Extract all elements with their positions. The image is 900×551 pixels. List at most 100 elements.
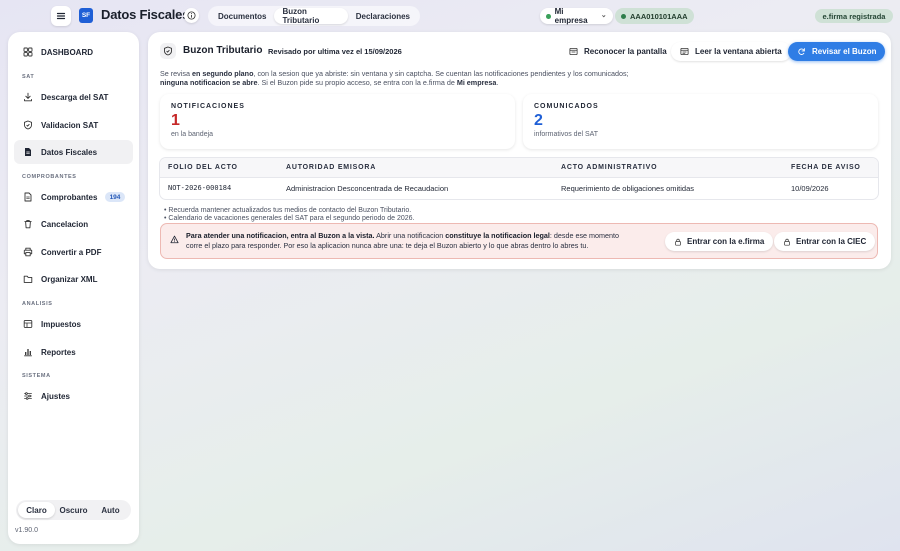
theme-option-claro[interactable]: Claro (18, 502, 55, 518)
intro-bold: Mi empresa (456, 78, 497, 87)
alert-bold: constituye la notificacion legal (445, 231, 550, 240)
table-header: FOLIO DEL ACTO AUTORIDAD EMISORA ACTO AD… (160, 158, 878, 178)
panel-header: Buzon Tributario Revisado por ultima vez… (148, 32, 891, 70)
sidebar-item-datos-fiscales[interactable]: Datos Fiscales (14, 140, 133, 164)
lock-icon (784, 238, 790, 246)
hamburger-icon (56, 12, 66, 20)
company-name: Mi empresa (554, 7, 588, 25)
lock-icon (675, 238, 681, 246)
sidebar-item-label: Reportes (41, 347, 76, 357)
chevron-down-icon (602, 15, 606, 18)
bar-chart-icon (24, 349, 32, 357)
section-label-comprobantes: COMPROBANTES (22, 174, 77, 180)
sidebar-item-label: Descarga del SAT (41, 92, 109, 102)
alert-text: Para atender una notificacion, entra al … (186, 231, 656, 251)
alert-fragment: Abrir una notificacion (374, 231, 446, 240)
sidebar-item-label: Convertir a PDF (41, 247, 102, 257)
tab-documentos[interactable]: Documentos (210, 8, 274, 24)
notificaciones-table: FOLIO DEL ACTO AUTORIDAD EMISORA ACTO AD… (160, 158, 878, 199)
refresh-icon (798, 48, 805, 55)
table-icon (23, 320, 33, 328)
comunicados-card: COMUNICADOS 2 informativos del SAT (523, 94, 878, 149)
sidebar-item-organizar-xml[interactable]: Organizar XML (14, 267, 133, 291)
sidebar-item-convertir-pdf[interactable]: Convertir a PDF (14, 240, 133, 264)
info-button[interactable] (184, 8, 199, 23)
button-label: Reconocer la pantalla (584, 47, 667, 56)
button-label: Revisar el Buzon (812, 47, 877, 56)
status-dot (546, 13, 551, 19)
sidebar: DASHBOARD SAT Descarga del SAT Validacio… (8, 32, 139, 544)
stat-label: NOTIFICACIONES (171, 103, 245, 110)
alert-bold: Para atender una notificacion, entra al … (186, 231, 375, 240)
app-version: v1.90.0 (15, 527, 38, 534)
entrar-efirma-button[interactable]: Entrar con la e.firma (665, 232, 774, 251)
reconocer-pantalla-button[interactable]: Reconocer la pantalla (560, 42, 676, 61)
theme-option-auto[interactable]: Auto (92, 502, 129, 518)
table-cell: NOT-2026-000184 (168, 184, 232, 192)
sidebar-item-label: Validacion SAT (41, 120, 99, 130)
sidebar-item-comprobantes[interactable]: Comprobantes 194 (14, 185, 133, 209)
rfc-badge: AAA010101AAA (615, 8, 694, 24)
screen-icon (569, 47, 578, 56)
intro-bold: ninguna notificacion se abre (160, 78, 258, 87)
sidebar-item-label: Datos Fiscales (41, 147, 98, 157)
document-icon (25, 148, 31, 156)
download-icon (24, 92, 32, 102)
count-badge: 194 (105, 192, 125, 202)
alert-fragment: : desde ese momento (549, 231, 620, 240)
intro-text: Se revisa en segundo plano, con la sesio… (160, 69, 680, 87)
trash-icon (24, 219, 32, 229)
folder-icon (23, 275, 33, 283)
section-label-sat: SAT (22, 74, 35, 80)
tab-buzon-tributario[interactable]: Buzon Tributario (274, 7, 348, 25)
theme-option-oscuro[interactable]: Oscuro (55, 502, 92, 518)
shield-icon (24, 120, 32, 130)
shield-icon (164, 46, 172, 56)
sliders-icon (24, 392, 32, 400)
revisar-buzon-button[interactable]: Revisar el Buzon (788, 42, 886, 61)
tab-declaraciones[interactable]: Declaraciones (348, 8, 418, 24)
sidebar-item-impuestos[interactable]: Impuestos (14, 312, 133, 336)
notificaciones-card: NOTIFICACIONES 1 en la bandeja (160, 94, 515, 149)
button-label: Entrar con la CIEC (796, 237, 867, 246)
leer-ventana-button[interactable]: Leer la ventana abierta (671, 42, 791, 61)
sidebar-item-cancelacion[interactable]: Cancelacion (14, 212, 133, 236)
section-label-analisis: ANALISIS (22, 301, 53, 307)
intro-fragment: . Si el Buzon pide su propio acceso, se … (257, 78, 457, 87)
menu-button[interactable] (51, 6, 71, 26)
grid-icon (23, 47, 33, 57)
company-selector[interactable]: Mi empresa (540, 7, 613, 25)
legal-warning-alert: Para atender una notificacion, entra al … (160, 223, 878, 259)
table-cell: Administracion Desconcentrada de Recauda… (286, 184, 449, 193)
column-header: FECHA DE AVISO (791, 164, 861, 171)
stat-sub: en la bandeja (171, 131, 214, 138)
entrar-ciec-button[interactable]: Entrar con la CIEC (774, 232, 876, 251)
sidebar-item-reportes[interactable]: Reportes (14, 340, 133, 364)
buzon-panel: Buzon Tributario Revisado por ultima vez… (148, 32, 891, 269)
panel-icon-box (160, 43, 176, 59)
sidebar-item-label: Ajustes (41, 391, 70, 401)
table-row[interactable]: NOT-2026-000184 Administracion Desconcen… (160, 178, 878, 198)
column-header: AUTORIDAD EMISORA (286, 164, 377, 171)
list-item: Recuerda mantener actualizados tus medio… (164, 207, 415, 215)
sidebar-item-label: Organizar XML (41, 274, 98, 284)
info-icon (187, 11, 196, 20)
button-label: Leer la ventana abierta (695, 47, 782, 56)
sidebar-item-dashboard[interactable]: DASHBOARD (14, 40, 133, 64)
notificaciones-count: 1 (171, 112, 180, 129)
intro-fragment: . (496, 78, 499, 87)
button-label: Entrar con la e.firma (687, 237, 765, 246)
comunicados-list: Recuerda mantener actualizados tus medio… (164, 207, 415, 223)
theme-switch: Claro Oscuro Auto (16, 500, 131, 520)
sidebar-item-label: Impuestos (41, 319, 82, 329)
column-header: ACTO ADMINISTRATIVO (561, 164, 658, 171)
sidebar-item-ajustes[interactable]: Ajustes (14, 384, 133, 408)
intro-fragment: , con la sesion que ya abriste: sin vent… (253, 69, 629, 78)
table-cell: Requerimiento de obligaciones omitidas (561, 184, 694, 193)
sidebar-item-validacion-sat[interactable]: Validacion SAT (14, 113, 133, 137)
sidebar-item-label: Cancelacion (41, 219, 89, 229)
rfc-value: AAA010101AAA (630, 11, 688, 21)
sidebar-item-descarga-sat[interactable]: Descarga del SAT (14, 85, 133, 109)
warning-icon (170, 235, 179, 244)
stat-label: COMUNICADOS (534, 103, 599, 110)
